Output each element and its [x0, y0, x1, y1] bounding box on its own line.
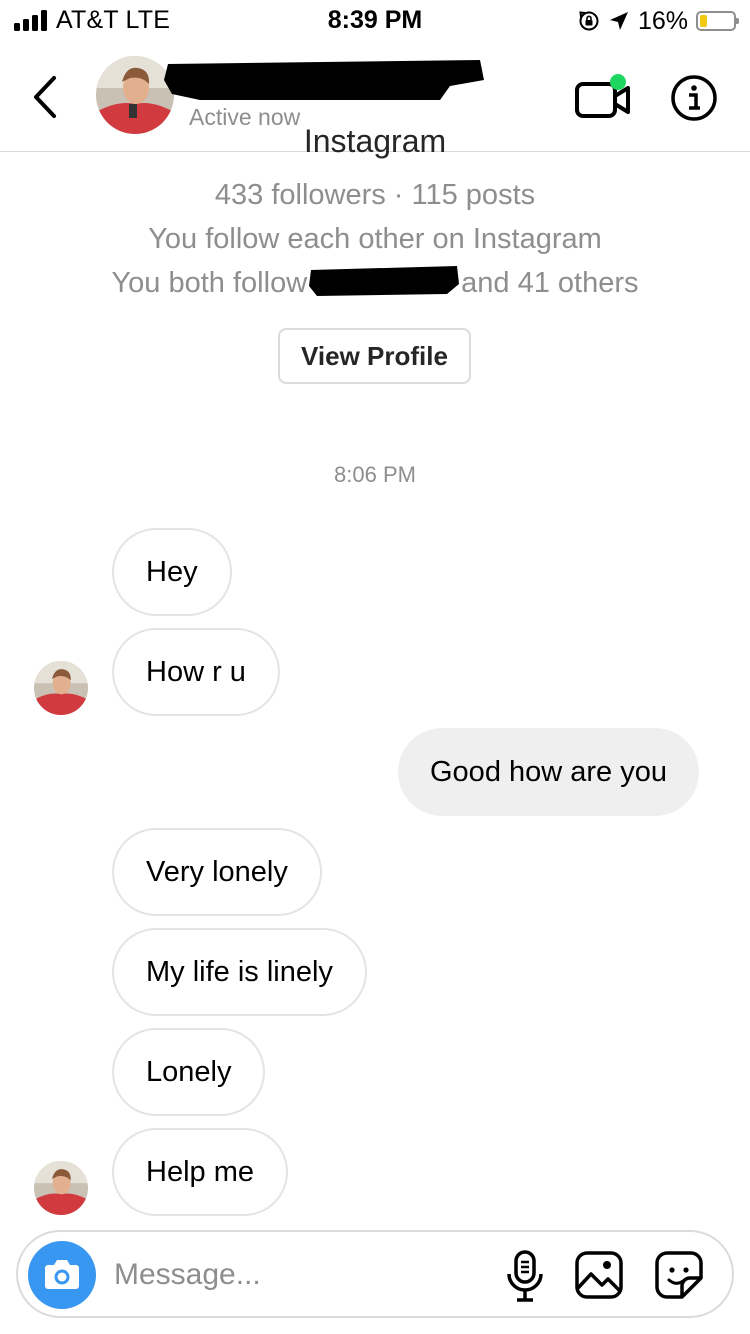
status-right-group: 16%: [578, 6, 739, 36]
battery-fill: [700, 15, 707, 27]
profile-stats: 433 followers · 115 posts: [214, 179, 536, 211]
microphone-icon[interactable]: [504, 1250, 546, 1302]
clipped-profile-line: Instagram: [303, 125, 447, 159]
message-bubble[interactable]: How r u: [112, 628, 280, 716]
redacted-username: [164, 60, 484, 100]
message-input[interactable]: [114, 1252, 484, 1298]
sticker-icon[interactable]: [654, 1250, 704, 1300]
battery-percent: 16%: [637, 6, 688, 35]
avatar[interactable]: [34, 1161, 88, 1215]
status-bar: AT&T LTE 8:39 PM 16%: [0, 0, 750, 40]
message-composer: [16, 1230, 734, 1318]
battery-icon: [696, 11, 739, 31]
avatar[interactable]: [34, 661, 88, 715]
both-follow-prefix: You both follow: [111, 267, 308, 299]
orientation-lock-icon: [579, 11, 599, 31]
message-bubble[interactable]: Hey: [112, 528, 232, 616]
message-timestamp: 8:06 PM: [334, 462, 416, 487]
message-bubble-sent[interactable]: Good how are you: [398, 728, 699, 816]
gallery-icon[interactable]: [574, 1250, 624, 1300]
info-icon[interactable]: [670, 74, 718, 122]
message-bubble[interactable]: My life is linely: [112, 928, 367, 1016]
active-dot: [610, 74, 626, 90]
location-arrow-icon: [609, 12, 628, 30]
camera-button[interactable]: [28, 1241, 96, 1309]
video-call-icon[interactable]: [574, 74, 634, 120]
redacted-mutual-name: [309, 266, 460, 297]
message-bubble[interactable]: Help me: [112, 1128, 288, 1216]
back-chevron-icon[interactable]: [26, 72, 66, 122]
both-follow-text: You both follow and 41 others: [0, 266, 750, 301]
message-bubble[interactable]: Very lonely: [112, 828, 322, 916]
mutual-follow-text: You follow each other on Instagram: [148, 223, 602, 255]
both-follow-suffix: and 41 others: [461, 267, 639, 299]
message-bubble[interactable]: Lonely: [112, 1028, 266, 1116]
camera-icon: [45, 1260, 79, 1289]
view-profile-button[interactable]: View Profile: [278, 328, 471, 384]
